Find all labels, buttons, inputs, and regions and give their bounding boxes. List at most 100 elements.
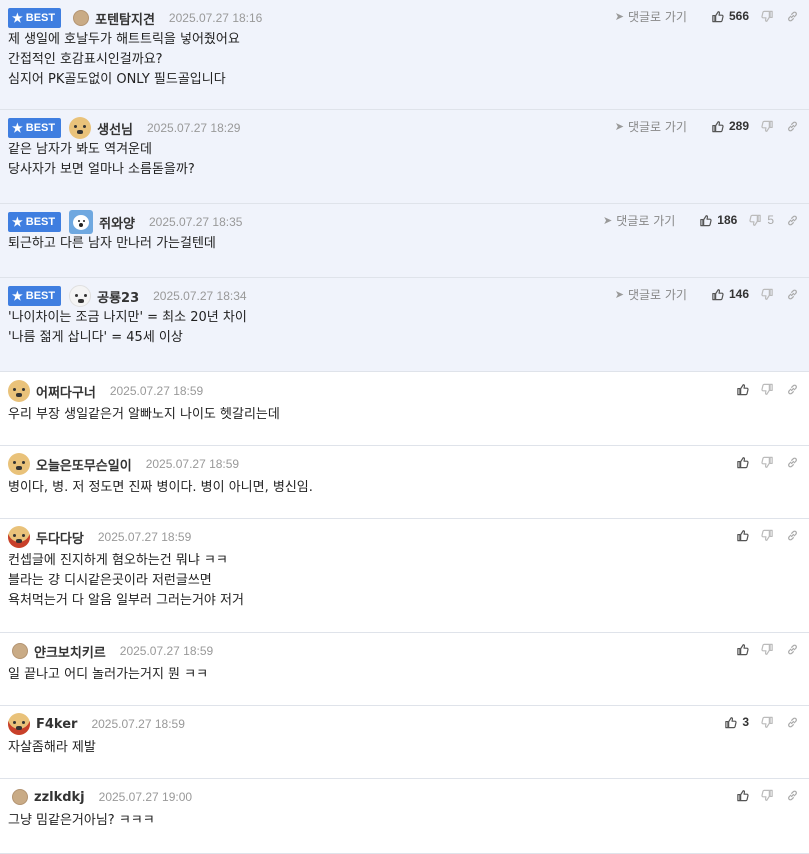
avatar-dog-icon[interactable]	[8, 380, 30, 402]
thumbs-up-icon	[711, 10, 724, 23]
downvote-button[interactable]	[761, 288, 774, 301]
copy-link-button[interactable]	[786, 214, 799, 227]
comment-author[interactable]: zzlkdkj	[34, 790, 85, 805]
best-badge: ★ BEST	[8, 286, 62, 306]
comment-actions	[724, 526, 799, 544]
comment-header: ★ BEST 생선님 2025.07.27 18:29	[8, 117, 240, 139]
copy-link-button[interactable]	[786, 789, 799, 802]
go-to-reply-link[interactable]: ➤ 댓글로 가기	[615, 8, 687, 25]
avatar-dog-icon[interactable]	[8, 453, 30, 475]
copy-link-button[interactable]	[786, 643, 799, 656]
go-to-reply-link[interactable]: ➤ 댓글로 가기	[603, 212, 675, 229]
comment-date: 2025.07.27 18:16	[168, 11, 263, 25]
avatar-dog-icon[interactable]	[69, 117, 92, 139]
copy-link-button[interactable]	[786, 10, 799, 23]
go-to-reply-link[interactable]: ➤ 댓글로 가기	[615, 118, 687, 135]
copy-link-button[interactable]	[786, 288, 799, 301]
comment-line: 당사자가 보면 얼마나 소름돋을까?	[8, 162, 195, 177]
avatar-dog-icon[interactable]	[8, 713, 30, 735]
comment-date: 2025.07.27 18:35	[149, 215, 243, 229]
downvote-button[interactable]	[761, 383, 774, 396]
star-icon: ★	[12, 215, 23, 229]
comment-line: '나름 젊게 삽니다' = 45세 이상	[8, 330, 183, 345]
upvote-button[interactable]: 3	[724, 715, 749, 729]
link-icon	[786, 120, 799, 133]
comment-item: ★ BEST 쥐와양 2025.07.27 18:35 ➤ 댓글로 가기 186 5 퇴근하고 …	[0, 204, 809, 278]
downvote-button[interactable]	[761, 120, 774, 133]
comment-body: 일 끝나고 어디 놀러가는거지 뭔 ㅋㅋ	[8, 665, 208, 685]
comment-line: 제 생일에 호날두가 해트트릭을 넣어줬어요	[8, 32, 240, 47]
upvote-button[interactable]: 566	[711, 9, 749, 23]
comment-body: 그냥 밈같은거아님? ㅋㅋㅋ	[8, 811, 155, 831]
reply-link-label: 댓글로 가기	[616, 213, 676, 228]
downvote-button[interactable]	[761, 643, 774, 656]
comment-item: zzlkdkj 2025.07.27 19:00 그냥 밈같은거아님? ㅋㅋㅋ	[0, 779, 809, 854]
comment-line: 같은 남자가 봐도 역겨운데	[8, 142, 152, 157]
comment-line: '나이차이는 조금 나지만' = 최소 20년 차이	[8, 310, 247, 325]
avatar-bear-icon[interactable]	[69, 210, 94, 234]
upvote-button[interactable]	[736, 383, 749, 396]
comment-line: 욕처먹는거 다 알음 일부러 그러는거야 저거	[8, 593, 244, 608]
comment-item: 얀크보치키르 2025.07.27 18:59 일 끝나고 어디 놀러가는거지 뭔 …	[0, 633, 809, 706]
upvote-button[interactable]	[736, 529, 749, 542]
comment-date: 2025.07.27 18:59	[145, 457, 240, 471]
copy-link-button[interactable]	[786, 456, 799, 469]
comment-author[interactable]: F4ker	[36, 717, 77, 732]
copy-link-button[interactable]	[786, 383, 799, 396]
link-icon	[786, 383, 799, 396]
go-to-reply-link[interactable]: ➤ 댓글로 가기	[615, 286, 687, 303]
best-badge: ★ BEST	[8, 8, 62, 28]
star-icon: ★	[12, 11, 23, 25]
downvote-button[interactable]	[761, 10, 774, 23]
thumbs-up-icon	[736, 529, 749, 542]
comment-date: 2025.07.27 19:00	[98, 790, 193, 804]
comment-actions	[724, 786, 799, 804]
copy-link-button[interactable]	[786, 529, 799, 542]
comment-body: 제 생일에 호날두가 해트트릭을 넣어줬어요 간접적인 호감표시인걸까요? 심지어 …	[8, 30, 240, 90]
thumbs-up-icon	[711, 120, 724, 133]
upvote-button[interactable]	[736, 456, 749, 469]
comment-author[interactable]: 쥐와양	[99, 213, 135, 232]
avatar-dot[interactable]	[12, 789, 28, 805]
thumbs-up-icon	[736, 789, 749, 802]
upvote-button[interactable]	[736, 643, 749, 656]
comment-author[interactable]: 포텐탐지견	[95, 9, 155, 28]
link-icon	[786, 643, 799, 656]
upvote-button[interactable]: 186	[699, 213, 737, 227]
copy-link-button[interactable]	[786, 120, 799, 133]
copy-link-button[interactable]	[786, 716, 799, 729]
thumbs-down-icon	[761, 789, 774, 802]
reply-link-label: 댓글로 가기	[627, 119, 687, 134]
comment-actions: ➤ 댓글로 가기 289	[615, 117, 799, 135]
comment-author[interactable]: 얀크보치키르	[34, 642, 106, 661]
comment-line: 우리 부장 생일같은거 알빠노지 나이도 헷갈리는데	[8, 407, 280, 422]
avatar-dog-icon[interactable]	[8, 526, 30, 548]
upvote-count: 3	[742, 715, 749, 729]
send-arrow-icon: ➤	[614, 9, 624, 23]
send-arrow-icon: ➤	[614, 119, 624, 133]
comment-author[interactable]: 공룡23	[97, 287, 139, 306]
thumbs-down-icon	[761, 643, 774, 656]
comment-line: 심지어 PK골도없이 ONLY 필드골입니다	[8, 72, 226, 87]
comment-author[interactable]: 두다다당	[36, 528, 84, 547]
upvote-button[interactable]: 146	[711, 287, 749, 301]
downvote-button[interactable]	[761, 716, 774, 729]
avatar-dot[interactable]	[12, 643, 28, 659]
upvote-button[interactable]	[736, 789, 749, 802]
avatar-dot[interactable]	[73, 10, 90, 26]
downvote-button[interactable]	[761, 529, 774, 542]
thumbs-up-icon	[699, 214, 712, 227]
comment-author[interactable]: 생선님	[97, 119, 133, 138]
downvote-button[interactable]	[761, 789, 774, 802]
thumbs-down-icon	[749, 214, 762, 227]
link-icon	[786, 10, 799, 23]
comment-actions: ➤ 댓글로 가기 146	[615, 285, 799, 303]
comment-item: 두다다당 2025.07.27 18:59 컨셉글에 진지하게 혐오하는건 뭐냐 ㅋ…	[0, 519, 809, 633]
downvote-button[interactable]	[761, 456, 774, 469]
comment-author[interactable]: 어쩌다구너	[36, 382, 96, 401]
downvote-button[interactable]: 5	[749, 213, 774, 227]
thumbs-up-icon	[724, 716, 737, 729]
upvote-button[interactable]: 289	[711, 119, 749, 133]
comment-author[interactable]: 오늘은또무슨일이	[36, 455, 132, 474]
avatar-white-dog-icon[interactable]	[69, 285, 92, 307]
